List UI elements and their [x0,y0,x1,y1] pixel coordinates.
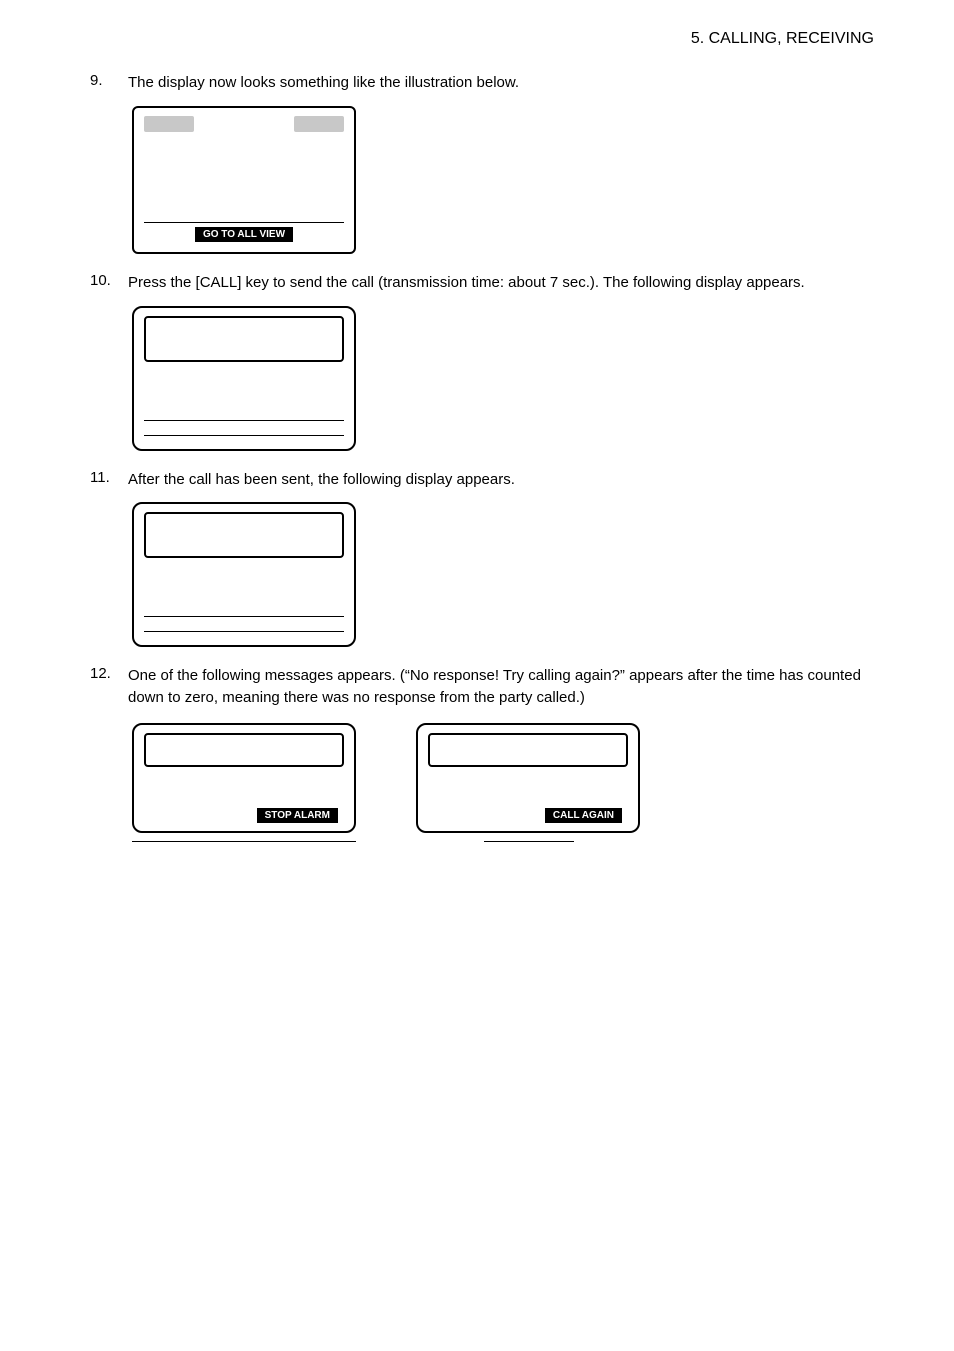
step-9: 9. The display now looks something like … [90,72,874,94]
step-10: 10. Press the [CALL] key to send the cal… [90,272,874,294]
caption-line-right [484,841,574,842]
display-screen-2 [132,306,356,451]
step-11: 11. After the call has been sent, the fo… [90,469,874,491]
display-bottom-bar: STOP ALARM [144,808,344,823]
illustration-3 [132,502,874,647]
display-inner-box [144,733,344,767]
display-divider-area [144,417,344,439]
display-body [144,136,344,222]
page-header: 5. CALLING, RECEIVING [90,30,874,48]
divider-line [144,631,344,632]
display-inner-box [428,733,628,767]
step-text: One of the following messages appears. (… [128,665,874,709]
caption-underlines [132,841,874,842]
step-text: The display now looks something like the… [128,72,874,94]
step-number: 11. [90,469,128,491]
display-screen-3 [132,502,356,647]
display-inner-box [144,316,344,362]
illustration-4-pair: STOP ALARM CALL AGAIN [132,723,874,833]
divider-line [144,420,344,421]
display-screen-call-again: CALL AGAIN [416,723,640,833]
illustration-1: GO TO ALL VIEW [132,106,874,254]
gray-box-right [294,116,344,132]
step-text: After the call has been sent, the follow… [128,469,874,491]
go-to-all-view-button: GO TO ALL VIEW [195,227,293,242]
step-text: Press the [CALL] key to send the call (t… [128,272,874,294]
caption-line-left [132,841,356,842]
divider-line [144,616,344,617]
display-divider-area [144,613,344,635]
gray-box-left [144,116,194,132]
divider-line [144,435,344,436]
instruction-list: 9. The display now looks something like … [90,72,874,94]
display-top-row [144,116,344,132]
step-12: 12. One of the following messages appear… [90,665,874,709]
step-number: 10. [90,272,128,294]
illustration-2 [132,306,874,451]
stop-alarm-button: STOP ALARM [257,808,338,823]
display-screen-1: GO TO ALL VIEW [132,106,356,254]
step-number: 9. [90,72,128,94]
display-screen-stop-alarm: STOP ALARM [132,723,356,833]
display-bottom-bar: CALL AGAIN [428,808,628,823]
display-bottom-bar: GO TO ALL VIEW [144,222,344,242]
step-number: 12. [90,665,128,709]
call-again-button: CALL AGAIN [545,808,622,823]
display-inner-box [144,512,344,558]
